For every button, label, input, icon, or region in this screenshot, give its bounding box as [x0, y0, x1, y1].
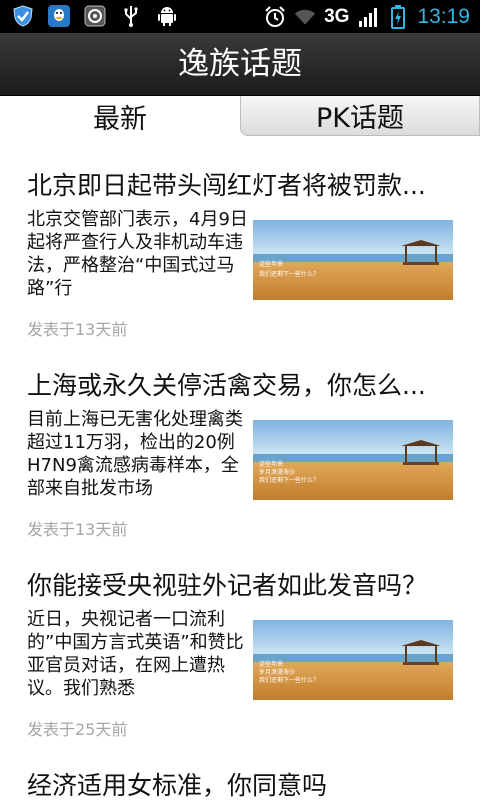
- thumb-caption-line: 我们还剩下一些什么？: [259, 676, 319, 684]
- badge-icon: [84, 5, 106, 27]
- article-thumbnail: 这些年来 我们还剩下一些什么？: [253, 220, 453, 300]
- list-item[interactable]: 上海或永久关停活禽交易，你怎么... 目前上海已无害化处理禽类超过11万羽，检出…: [0, 336, 480, 539]
- tab-bar: 最新 PK话题: [0, 96, 480, 136]
- thumb-caption-line: 岁月浪漫海沙: [259, 468, 295, 476]
- app-title-bar: 逸族话题: [0, 33, 480, 96]
- qq-penguin-icon: [48, 5, 70, 27]
- article-summary: 近日，央视记者一口流利的”中国方言式英语”和赞比亚官员对话，在网上遭热议。我们熟…: [27, 609, 244, 699]
- thumb-caption-line: 我们还剩下一些什么？: [259, 476, 319, 484]
- article-thumbnail: 这些年来 岁月浪漫海沙 我们还剩下一些什么？: [253, 420, 453, 500]
- thumb-caption-line: 这些年来: [259, 260, 283, 268]
- shield-icon: [12, 5, 34, 27]
- tab-latest[interactable]: 最新: [0, 96, 240, 136]
- clock-time: 13:19: [417, 4, 470, 28]
- alarm-icon: [264, 5, 286, 28]
- thumb-caption-line: 岁月浪漫海沙: [259, 668, 295, 676]
- thumb-caption-line: 我们还剩下一些什么？: [259, 270, 319, 278]
- battery-charging-icon: [387, 4, 409, 29]
- article-list: 北京即日起带头闯红灯者将被罚款... 北京交管部门表示，4月9日起将严查行人及非…: [0, 136, 480, 800]
- tab-pk-topics[interactable]: PK话题: [240, 96, 480, 136]
- article-summary: 目前上海已无害化处理禽类超过11万羽，检出的20例H7N9禽流感病毒样本，全部来…: [27, 409, 243, 499]
- signal-icon: [357, 6, 379, 28]
- list-item[interactable]: 北京即日起带头闯红灯者将被罚款... 北京交管部门表示，4月9日起将严查行人及非…: [0, 136, 480, 339]
- article-title: 北京即日起带头闯红灯者将被罚款...: [27, 171, 426, 200]
- article-title: 上海或永久关停活禽交易，你怎么...: [27, 371, 426, 400]
- page-title: 逸族话题: [178, 46, 302, 82]
- usb-icon: [120, 5, 142, 27]
- article-title: 经济适用女标准，你同意吗: [27, 771, 328, 800]
- list-item[interactable]: 你能接受央视驻外记者如此发音吗？ 近日，央视记者一口流利的”中国方言式英语”和赞…: [0, 536, 480, 739]
- wifi-icon: [294, 6, 316, 28]
- android-icon: [156, 5, 178, 27]
- list-item[interactable]: 经济适用女标准，你同意吗: [0, 736, 480, 800]
- thumb-caption-line: 这些年来: [259, 460, 283, 468]
- status-bar: 3G 13:19: [0, 0, 480, 33]
- article-thumbnail: 这些年来 岁月浪漫海沙 我们还剩下一些什么？: [253, 620, 453, 700]
- article-summary: 北京交管部门表示，4月9日起将严查行人及非机动车违法，严格整治“中国式过马路”行: [27, 209, 248, 299]
- thumb-caption-line: 这些年来: [259, 660, 283, 668]
- network-type-label: 3G: [324, 5, 350, 27]
- article-title: 你能接受央视驻外记者如此发音吗？: [27, 571, 428, 600]
